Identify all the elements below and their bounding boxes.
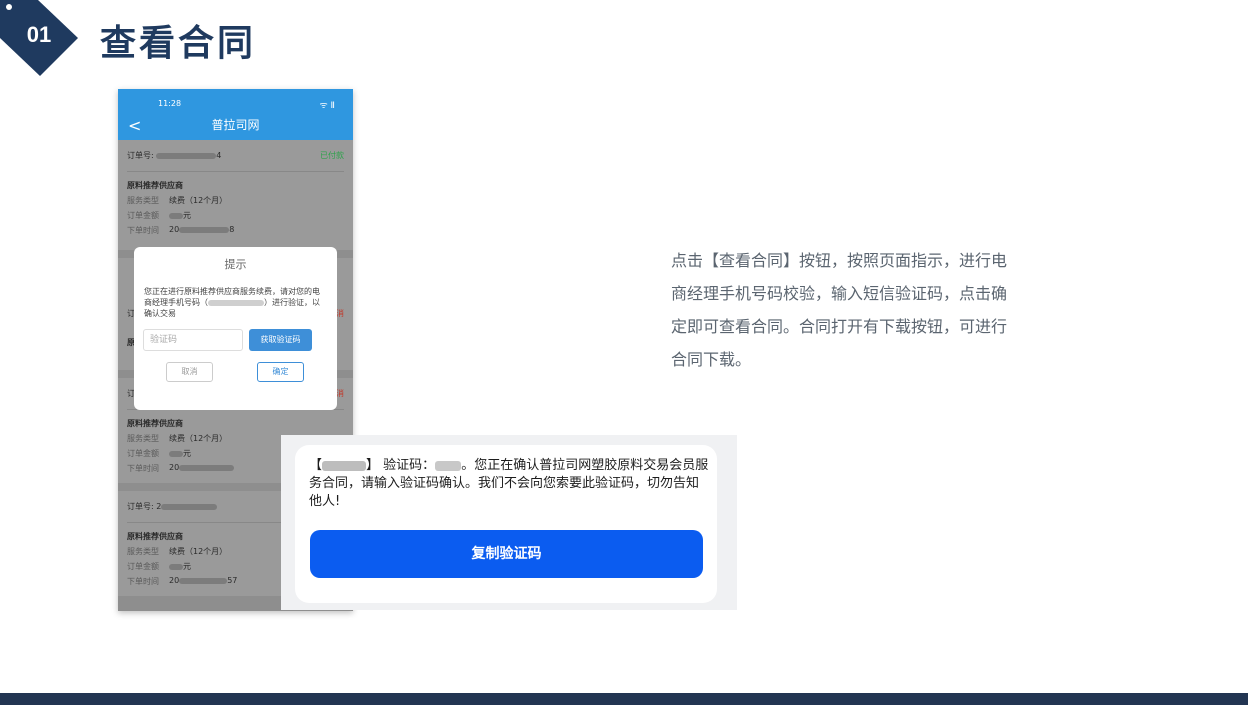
page-title: 查看合同 [100,23,257,64]
section-number-badge: 01 [0,0,78,76]
service-type-label: 服务类型 [127,196,159,205]
get-code-button[interactable]: 获取验证码 [249,329,312,351]
service-type-label: 服务类型 [127,547,159,556]
amount-value: 元 [169,448,191,459]
service-type-value: 续费（12个月） [169,434,228,443]
amount-value: 元 [169,561,191,572]
dialog-title: 提示 [224,258,247,271]
instruction-text: 点击【查看合同】按钮，按照页面指示，进行电商经理手机号码校验，输入短信验证码，点… [671,251,1008,369]
cancel-button[interactable]: 取消 [166,362,213,382]
section-number: 01 [26,22,52,47]
order-time-label: 下单时间 [127,226,159,235]
verify-dialog: 提示 您正在进行原料推荐供应商服务续费，请对您的电商经理手机号码（ ）进行验证，以… [134,247,337,410]
copy-code-button[interactable]: 复制验证码 [310,530,703,578]
order-card[interactable]: 订单号: 4 已付款 原料推荐供应商 服务类型 续费（12个月） 订单金额 元 下单… [118,140,353,250]
order-time-value: 20 57 [169,576,238,585]
app-title: 普拉司网 [211,118,260,132]
footer-bar [0,693,1248,705]
product-name: 原料推荐供应商 [127,181,183,190]
service-type-label: 服务类型 [127,434,159,443]
order-time-label: 下单时间 [127,577,159,586]
order-status: 消 [336,389,344,398]
order-status: 消 [336,309,344,318]
amount-label: 订单金额 [127,562,159,571]
app-nav-bar: < 普拉司网 [118,111,353,140]
amount-label: 订单金额 [127,449,159,458]
product-name: 原料推荐供应商 [127,419,183,428]
verification-code-input[interactable]: 验证码 [143,329,243,351]
amount-label: 订单金额 [127,211,159,220]
order-number: 订单号: 2 [127,501,218,512]
sms-message: 【】 验证码： 。您正在确认普拉司网塑胶原料交易会员服务合同，请输入验证码确认。我… [309,458,709,509]
sms-screenshot: 【】 验证码： 。您正在确认普拉司网塑胶原料交易会员服务合同，请输入验证码确认。我… [281,435,737,610]
confirm-button[interactable]: 确定 [257,362,304,382]
order-time-value: 20 [169,463,235,474]
order-time-value: 20 8 [169,225,235,234]
status-time: 11:28 [158,99,182,108]
service-type-value: 续费（12个月） [169,196,228,205]
back-arrow-icon[interactable]: < [128,111,141,140]
order-time-label: 下单时间 [127,464,159,473]
service-type-value: 续费（12个月） [169,547,228,556]
amount-value: 元 [169,210,191,221]
status-bar: 11:28 ᯤ Ⅱ [118,89,353,111]
order-number: 订单号: 4 [127,151,222,160]
sms-card: 【】 验证码： 。您正在确认普拉司网塑胶原料交易会员服务合同，请输入验证码确认。我… [295,445,717,603]
dialog-message: 您正在进行原料推荐供应商服务续费，请对您的电商经理手机号码（ ）进行验证，以确认交… [144,287,320,318]
signal-icon: ᯤ Ⅱ [319,101,335,111]
order-status: 已付款 [320,151,344,160]
